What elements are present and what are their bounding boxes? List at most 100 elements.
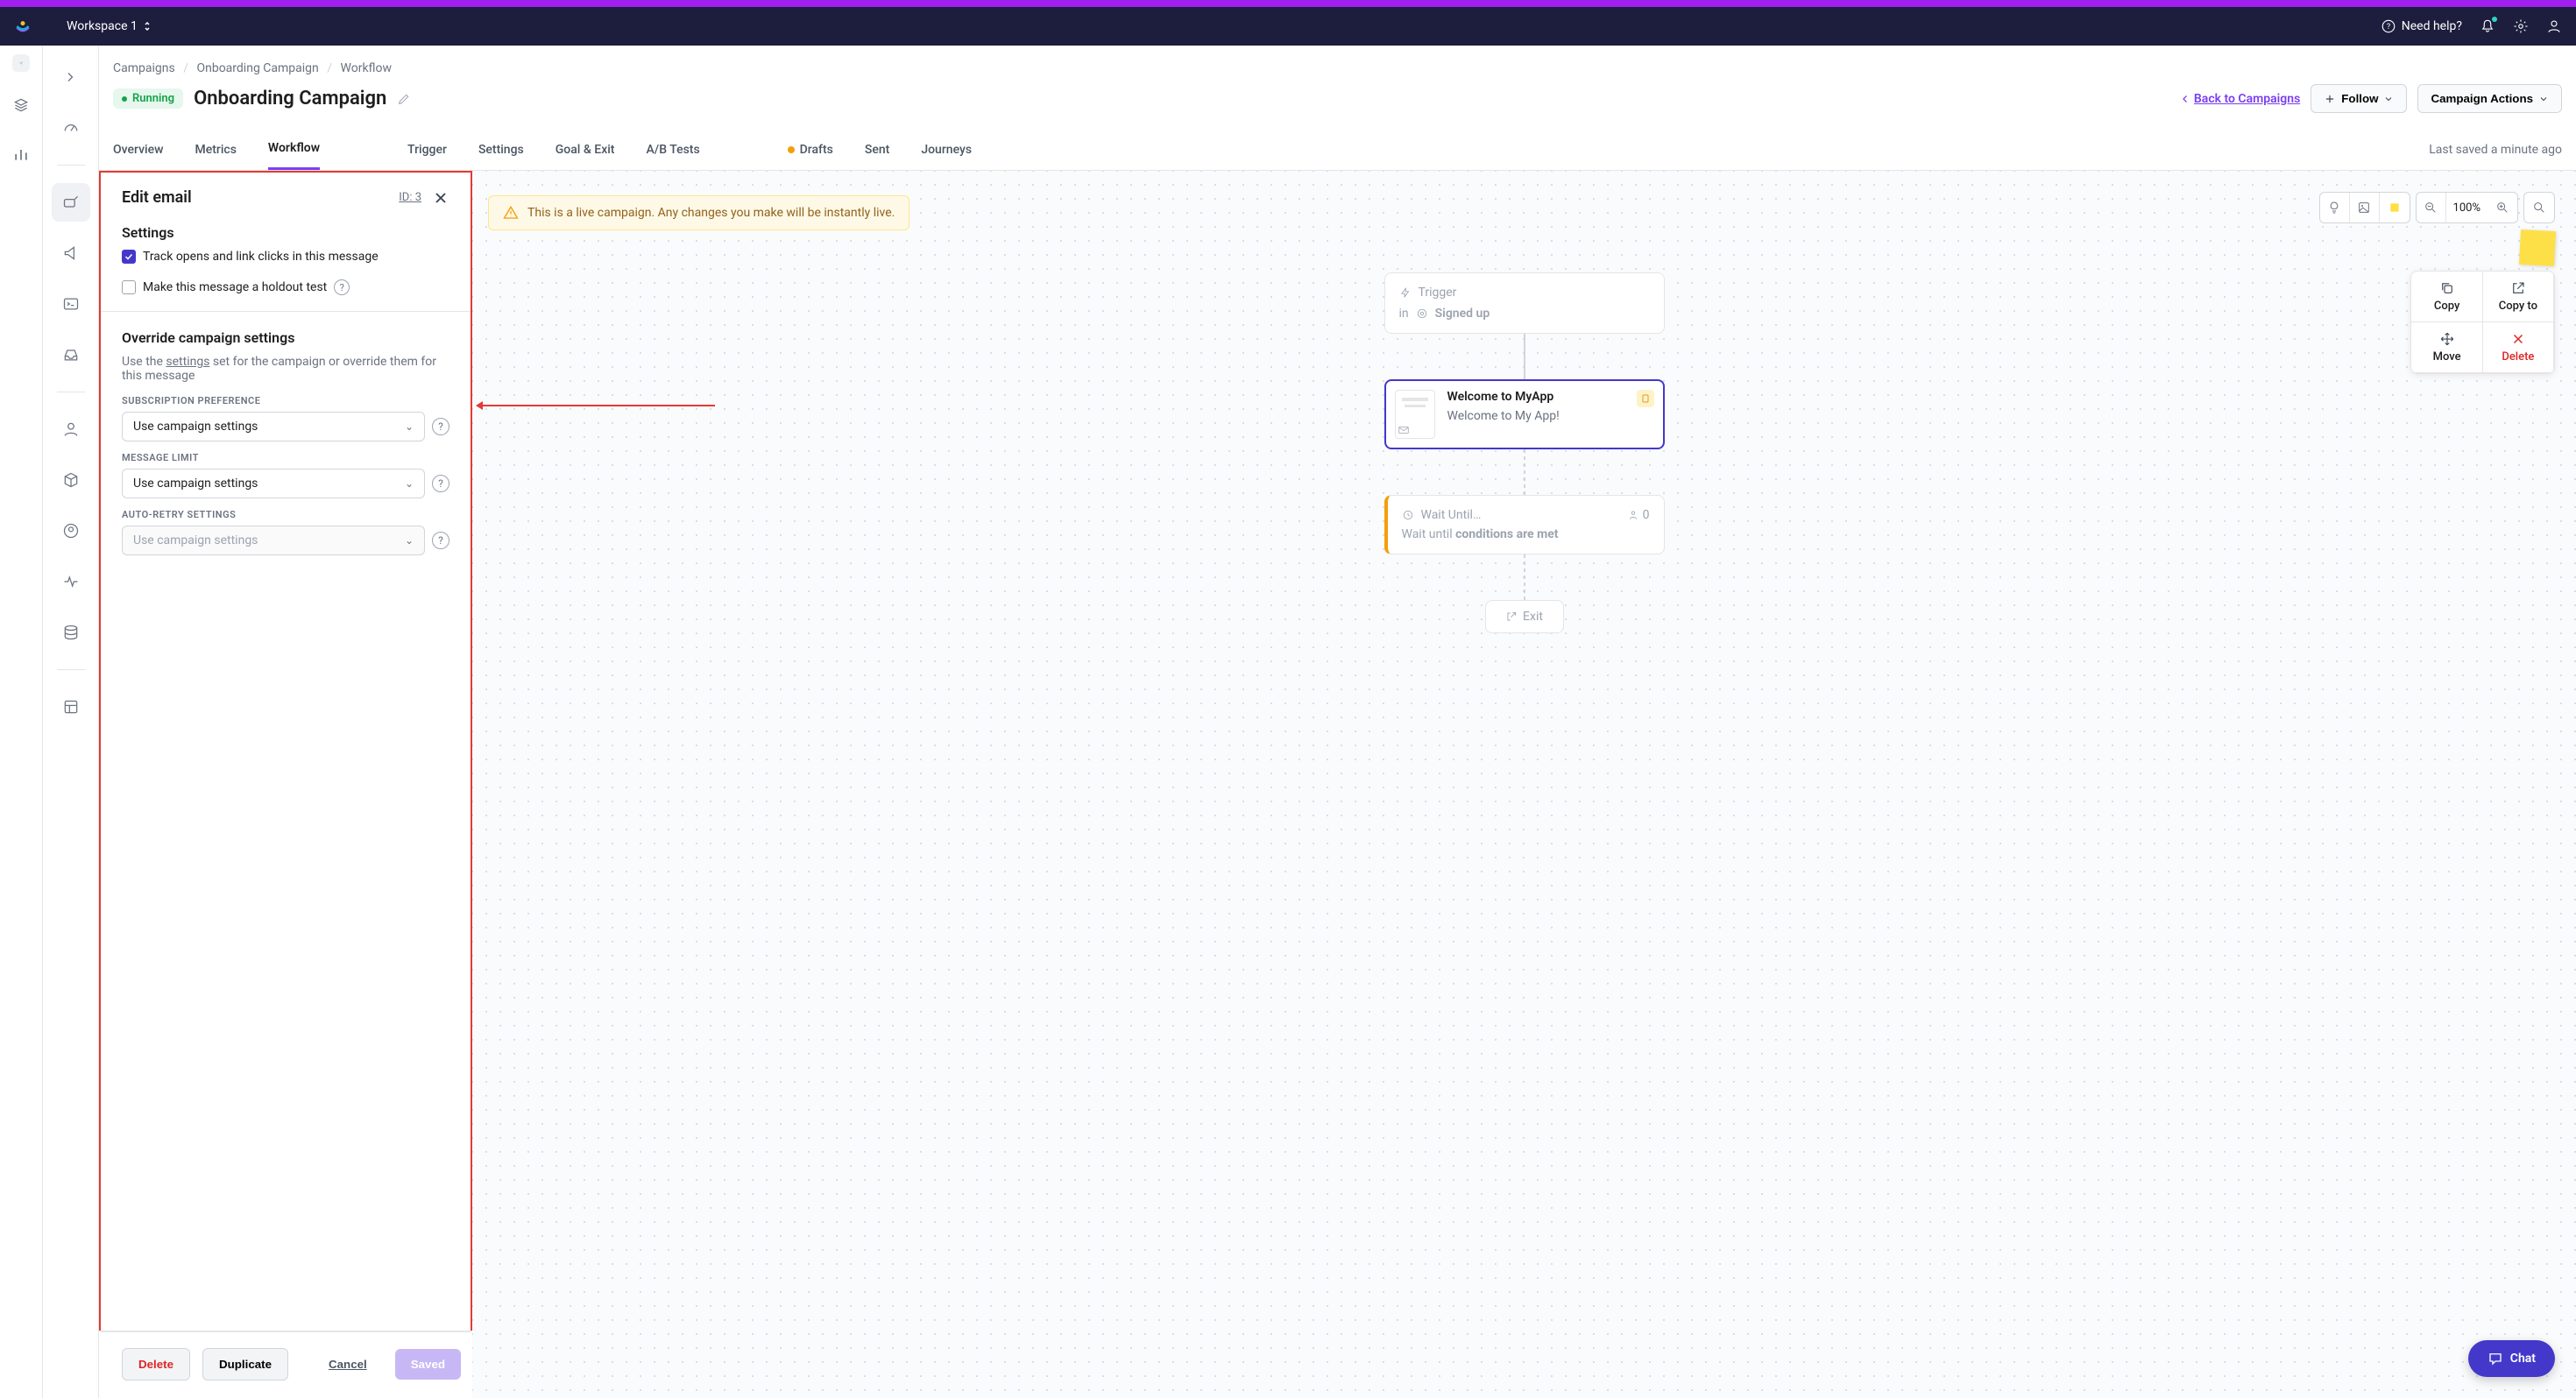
chat-widget[interactable]: Chat (2468, 1340, 2555, 1377)
notifications-button[interactable] (2480, 18, 2495, 34)
help-link[interactable]: ? Need help? (2381, 18, 2462, 34)
svg-text:?: ? (2387, 23, 2390, 32)
holdout-checkbox[interactable] (122, 280, 136, 294)
x-icon (2510, 331, 2526, 347)
profile-button[interactable] (2546, 18, 2562, 34)
override-heading: Override campaign settings (122, 329, 449, 346)
campaign-actions-button[interactable]: Campaign Actions (2417, 84, 2562, 113)
tab-overview[interactable]: Overview (113, 131, 163, 169)
breadcrumb: Campaigns / Onboarding Campaign / Workfl… (99, 46, 2576, 84)
node-delete[interactable]: Delete (2483, 322, 2554, 373)
subrail-objects[interactable] (52, 461, 90, 499)
email-thumbnail (1395, 390, 1435, 439)
subrail-dashboard[interactable] (52, 109, 90, 147)
bell-icon (2480, 18, 2495, 34)
workflow-canvas[interactable]: This is a live campaign. Any changes you… (472, 171, 2576, 1398)
delete-button[interactable]: Delete (122, 1348, 190, 1380)
database-icon (62, 624, 80, 641)
holdout-help[interactable]: ? (334, 279, 350, 295)
subrail-broadcasts[interactable] (52, 234, 90, 272)
gauge-icon (62, 119, 80, 137)
tab-workflow[interactable]: Workflow (268, 129, 320, 170)
chevron-down-icon (2383, 94, 2394, 104)
bolt-icon (1399, 286, 1412, 299)
subrail-transactional[interactable] (52, 285, 90, 323)
rail-analytics[interactable] (12, 145, 30, 163)
tool-image[interactable] (2350, 193, 2380, 222)
msg-limit-help[interactable]: ? (432, 475, 449, 492)
holdout-row[interactable]: Make this message a holdout test ? (122, 279, 449, 295)
title-bar: Running Onboarding Campaign Back to Camp… (99, 84, 2576, 129)
bars-icon (12, 145, 30, 163)
subrail-deliveries[interactable] (52, 335, 90, 374)
msg-limit-select[interactable]: Use campaign settings ⌄ (122, 469, 425, 498)
send-icon (19, 54, 23, 72)
settings-button[interactable] (2513, 18, 2529, 34)
subrail-people[interactable] (52, 410, 90, 448)
tool-hints[interactable] (2320, 193, 2350, 222)
subrail-activity[interactable] (52, 562, 90, 601)
tab-metrics[interactable]: Metrics (195, 131, 236, 169)
subrail-campaigns[interactable] (52, 183, 90, 222)
divider (57, 165, 85, 166)
rail-send[interactable] (12, 54, 30, 72)
saved-button[interactable]: Saved (395, 1349, 461, 1380)
breadcrumb-campaigns[interactable]: Campaigns (113, 61, 175, 75)
move-icon (2439, 331, 2455, 347)
auto-retry-help[interactable]: ? (432, 532, 449, 549)
sticky-note[interactable] (2519, 229, 2556, 266)
updown-icon (143, 20, 152, 32)
breadcrumb-campaign[interactable]: Onboarding Campaign (196, 61, 318, 75)
exit-node[interactable]: Exit (1485, 600, 1564, 633)
zoom-in-button[interactable] (2488, 193, 2517, 222)
email-node-subject: Welcome to My App! (1447, 409, 1654, 423)
lightbulb-icon (2327, 201, 2341, 215)
tab-drafts[interactable]: Drafts (788, 131, 833, 169)
duplicate-button[interactable]: Duplicate (202, 1348, 288, 1380)
workspace-area: Edit email ID: 3 Settings Track opens an… (99, 171, 2576, 1398)
campaign-title: Onboarding Campaign (194, 88, 386, 109)
cancel-button[interactable]: Cancel (313, 1349, 383, 1380)
zoom-out-button[interactable] (2417, 193, 2446, 222)
accent-bar (0, 0, 2576, 7)
subrail-segments[interactable] (52, 512, 90, 550)
subrail-expand[interactable] (52, 58, 90, 96)
node-copy[interactable]: Copy (2411, 272, 2482, 322)
track-opens-checkbox[interactable] (122, 250, 136, 264)
settings-link[interactable]: settings (166, 355, 209, 369)
chevron-down-icon: ⌄ (405, 420, 414, 433)
canvas-tools: 100% (2319, 192, 2555, 223)
panel-footer: Delete Duplicate Cancel Saved (99, 1331, 472, 1398)
search-icon (2532, 201, 2546, 215)
chevron-down-icon (2538, 94, 2549, 104)
node-move[interactable]: Move (2411, 322, 2482, 373)
sub-pref-select[interactable]: Use campaign settings ⌄ (122, 412, 425, 441)
node-copy-to[interactable]: Copy to (2483, 272, 2554, 322)
copy-icon (2439, 280, 2455, 296)
edit-title-icon[interactable] (397, 92, 411, 106)
tab-trigger[interactable]: Trigger (407, 131, 447, 169)
search-canvas-button[interactable] (2524, 193, 2554, 222)
follow-button[interactable]: Follow (2311, 84, 2407, 113)
wait-node[interactable]: Wait Until… 0 Wait until conditions are … (1384, 495, 1665, 554)
tab-ab-tests[interactable]: A/B Tests (646, 131, 699, 169)
tab-settings[interactable]: Settings (478, 131, 524, 169)
tab-goal-exit[interactable]: Goal & Exit (556, 131, 615, 169)
rail-layers[interactable] (12, 96, 30, 114)
back-to-campaigns-link[interactable]: Back to Campaigns (2180, 92, 2300, 106)
tab-journeys[interactable]: Journeys (921, 131, 972, 169)
panel-close-button[interactable] (432, 189, 449, 207)
tab-sent[interactable]: Sent (865, 131, 889, 169)
track-opens-row[interactable]: Track opens and link clicks in this mess… (122, 250, 449, 264)
left-rail (0, 46, 43, 1398)
subrail-data[interactable] (52, 613, 90, 652)
auto-retry-select[interactable]: Use campaign settings ⌄ (122, 526, 425, 555)
email-node[interactable]: Welcome to MyApp Welcome to My App! (1384, 379, 1665, 449)
subrail-content[interactable] (52, 688, 90, 726)
trigger-node[interactable]: Trigger in Signed up (1384, 272, 1665, 334)
panel-id-link[interactable]: ID: 3 (399, 191, 421, 204)
tool-note[interactable] (2380, 193, 2410, 222)
sub-pref-help[interactable]: ? (432, 418, 449, 435)
workspace-switcher[interactable]: Workspace 1 (67, 19, 152, 33)
zoom-level: 100% (2446, 193, 2488, 222)
